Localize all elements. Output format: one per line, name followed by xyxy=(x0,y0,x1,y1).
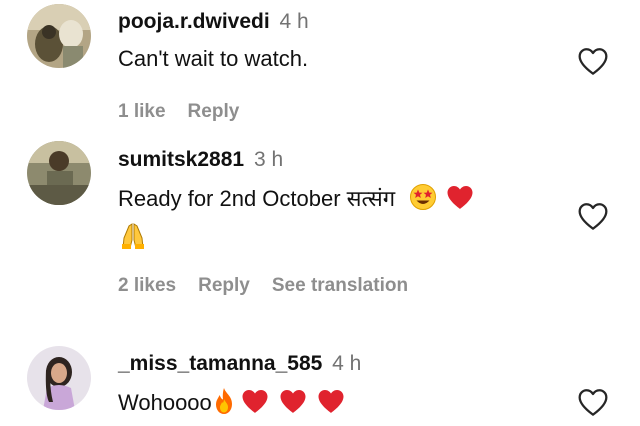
comment-body: Ready for 2nd October सत्संग xyxy=(118,186,396,211)
reply-button[interactable]: Reply xyxy=(198,275,250,296)
like-button[interactable] xyxy=(577,387,609,417)
timestamp[interactable]: 4 h xyxy=(280,10,309,33)
comment-text-line2 xyxy=(118,222,148,256)
comment-header: _miss_tamanna_585 4 h xyxy=(118,352,361,376)
fire-emoji xyxy=(212,387,236,421)
comment-text: Can't wait to watch. xyxy=(118,46,308,72)
username[interactable]: pooja.r.dwivedi xyxy=(118,10,270,33)
username[interactable]: sumitsk2881 xyxy=(118,148,244,171)
comment-text: Wohoooo xyxy=(118,387,346,421)
comment-body: Can't wait to watch. xyxy=(118,46,309,71)
comment-body: Wohoooo xyxy=(118,389,212,415)
red-heart-emoji xyxy=(445,183,475,217)
comment-header: pooja.r.dwivedi 4 h xyxy=(118,10,309,34)
red-heart-emoji xyxy=(240,387,270,421)
reply-button[interactable]: Reply xyxy=(188,101,240,122)
avatar[interactable] xyxy=(27,141,91,205)
avatar[interactable] xyxy=(27,346,91,410)
heart-outline-icon xyxy=(578,203,608,230)
username[interactable]: _miss_tamanna_585 xyxy=(118,352,322,375)
red-heart-emoji xyxy=(316,387,346,421)
praying-hands-emoji xyxy=(118,222,148,256)
heart-outline-icon xyxy=(578,389,608,416)
comment-actions: 2 likes Reply See translation xyxy=(118,275,430,297)
comment-header: sumitsk2881 3 h xyxy=(118,148,283,172)
timestamp[interactable]: 4 h xyxy=(332,352,361,375)
likes-count[interactable]: 2 likes xyxy=(118,275,176,296)
like-button[interactable] xyxy=(577,201,609,231)
star-struck-emoji xyxy=(409,183,437,217)
likes-count[interactable]: 1 like xyxy=(118,101,166,122)
timestamp[interactable]: 3 h xyxy=(254,148,283,171)
comment-actions: 1 like Reply xyxy=(118,101,261,123)
red-heart-emoji xyxy=(278,387,308,421)
heart-outline-icon xyxy=(578,48,608,75)
comment-text: Ready for 2nd October सत्संग xyxy=(118,183,475,217)
like-button[interactable] xyxy=(577,46,609,76)
see-translation-link[interactable]: See translation xyxy=(272,275,408,296)
avatar[interactable] xyxy=(27,4,91,68)
